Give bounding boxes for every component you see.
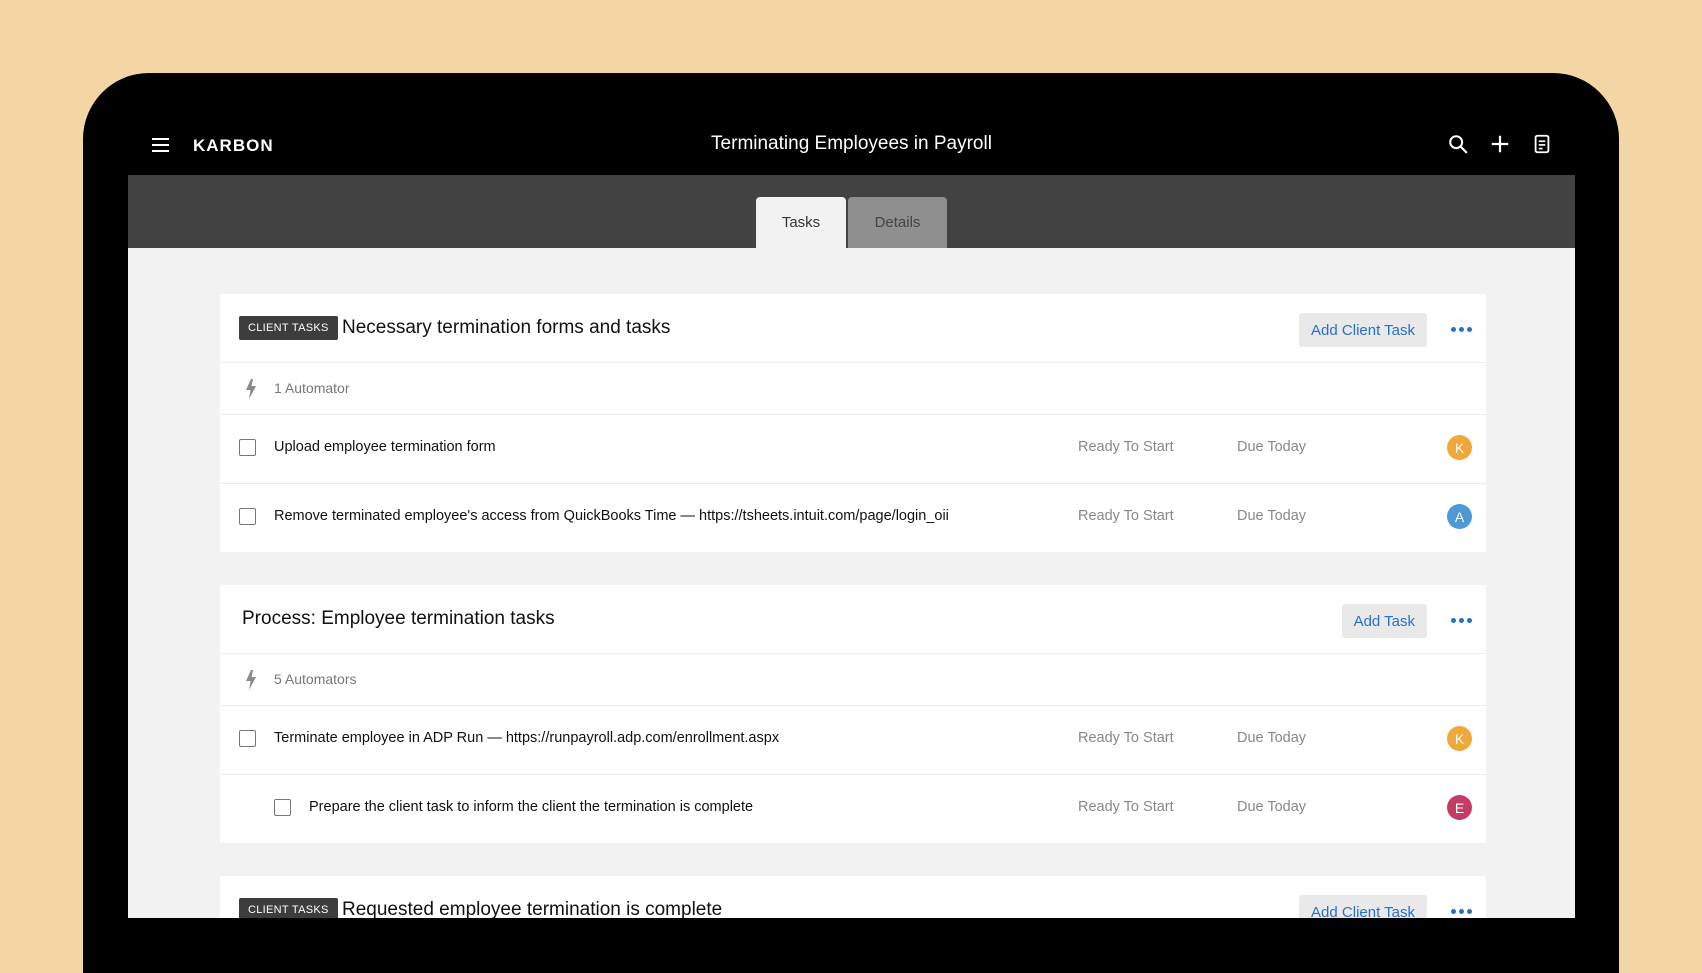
section-header: CLIENT TASKS Necessary termination forms… [220, 294, 1486, 363]
task-title[interactable]: Remove terminated employee's access from… [274, 508, 949, 524]
task-checkbox[interactable] [274, 799, 291, 816]
section-title: Necessary termination forms and tasks [342, 317, 671, 338]
section-title: Requested employee termination is comple… [342, 899, 723, 918]
task-row[interactable]: Terminate employee in ADP Run — https://… [220, 706, 1486, 775]
task-title[interactable]: Terminate employee in ADP Run — https://… [274, 730, 779, 746]
note-icon[interactable] [1531, 133, 1553, 155]
task-checkbox[interactable] [239, 508, 256, 525]
avatar[interactable]: K [1447, 726, 1472, 751]
section-header: Process: Employee termination tasks Add … [220, 585, 1486, 654]
client-tasks-badge: CLIENT TASKS [239, 898, 338, 918]
bolt-icon [246, 379, 256, 399]
task-due-date[interactable]: Due Today [1237, 730, 1306, 746]
more-options-icon[interactable] [1451, 909, 1472, 914]
add-task-button[interactable]: Add Task [1341, 604, 1427, 638]
task-row[interactable]: Upload employee termination form Ready T… [220, 415, 1486, 484]
tab-details[interactable]: Details [848, 197, 947, 248]
tab-bar: Tasks Details [128, 175, 1575, 248]
section-title: Process: Employee termination tasks [242, 608, 555, 629]
task-status[interactable]: Ready To Start [1078, 799, 1174, 815]
task-section-card: CLIENT TASKS Requested employee terminat… [220, 876, 1486, 918]
section-header: CLIENT TASKS Requested employee terminat… [220, 876, 1486, 918]
task-status[interactable]: Ready To Start [1078, 439, 1174, 455]
task-title[interactable]: Upload employee termination form [274, 439, 496, 455]
task-row[interactable]: Remove terminated employee's access from… [220, 484, 1486, 552]
task-checkbox[interactable] [239, 730, 256, 747]
task-checkbox[interactable] [239, 439, 256, 456]
subtask-row[interactable]: Prepare the client task to inform the cl… [220, 775, 1486, 843]
automator-row[interactable]: 1 Automator [220, 363, 1486, 415]
client-tasks-badge: CLIENT TASKS [239, 316, 338, 340]
top-icons [1447, 133, 1553, 155]
automator-row[interactable]: 5 Automators [220, 654, 1486, 706]
more-options-icon[interactable] [1451, 327, 1472, 332]
automator-count: 1 Automator [274, 380, 350, 396]
avatar[interactable]: A [1447, 504, 1472, 529]
more-options-icon[interactable] [1451, 618, 1472, 623]
tab-tasks[interactable]: Tasks [756, 197, 846, 248]
task-section-card: Process: Employee termination tasks Add … [220, 585, 1486, 843]
add-client-task-button[interactable]: Add Client Task [1299, 313, 1427, 347]
add-client-task-button[interactable]: Add Client Task [1299, 895, 1427, 918]
task-due-date[interactable]: Due Today [1237, 508, 1306, 524]
bolt-icon [246, 670, 256, 690]
task-section-card: CLIENT TASKS Necessary termination forms… [220, 294, 1486, 552]
task-title[interactable]: Prepare the client task to inform the cl… [309, 799, 753, 815]
task-due-date[interactable]: Due Today [1237, 799, 1306, 815]
page-title: Terminating Employees in Payroll [711, 133, 992, 154]
task-status[interactable]: Ready To Start [1078, 508, 1174, 524]
avatar[interactable]: K [1447, 435, 1472, 460]
plus-icon[interactable] [1489, 133, 1511, 155]
automator-count: 5 Automators [274, 671, 357, 687]
top-bar: KARBON Terminating Employees in Payroll [128, 116, 1575, 175]
task-status[interactable]: Ready To Start [1078, 730, 1174, 746]
app-screen: KARBON Terminating Employees in Payroll … [128, 116, 1575, 918]
search-icon[interactable] [1447, 133, 1469, 155]
task-due-date[interactable]: Due Today [1237, 439, 1306, 455]
avatar[interactable]: E [1447, 795, 1472, 820]
